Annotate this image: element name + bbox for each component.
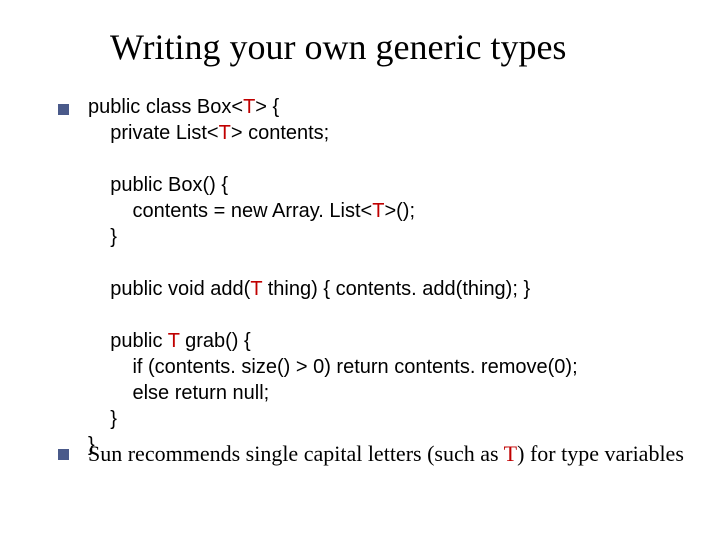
type-param: T bbox=[372, 200, 384, 222]
code-block: public class Box<T> { private List<T> co… bbox=[88, 94, 690, 458]
type-param: T bbox=[504, 441, 517, 466]
title-text-1: Writing bbox=[110, 27, 230, 67]
code-text: > { bbox=[255, 96, 279, 118]
spacer bbox=[88, 302, 690, 328]
code-line: if (contents. size() > 0) return content… bbox=[88, 354, 690, 380]
code-line: public T grab() { bbox=[88, 328, 690, 354]
type-param: T bbox=[219, 122, 231, 144]
code-text: public void add( bbox=[88, 278, 250, 300]
code-line: else return null; bbox=[88, 380, 690, 406]
title-text-2: ur own generic types bbox=[266, 27, 567, 67]
type-param: T bbox=[168, 330, 180, 352]
slide-title: Writing your own generic types bbox=[110, 26, 566, 68]
bullet-icon bbox=[58, 104, 69, 115]
code-text: contents = new Array. List< bbox=[88, 200, 372, 222]
code-line: private List<T> contents; bbox=[88, 120, 690, 146]
code-text: public class Box< bbox=[88, 96, 243, 118]
code-text: private List< bbox=[88, 122, 219, 144]
code-text: public bbox=[88, 330, 168, 352]
code-text: >(); bbox=[384, 200, 415, 222]
code-line: contents = new Array. List<T>(); bbox=[88, 198, 690, 224]
code-line: public void add(T thing) { contents. add… bbox=[88, 276, 690, 302]
spacer bbox=[88, 146, 690, 172]
code-text: thing) { contents. add(thing); } bbox=[262, 278, 530, 300]
footer-note: Sun recommends single capital letters (s… bbox=[88, 440, 690, 468]
spacer bbox=[88, 250, 690, 276]
title-highlighted: yo bbox=[230, 26, 266, 68]
code-line: public Box() { bbox=[88, 172, 690, 198]
code-line: } bbox=[88, 406, 690, 432]
bullet-icon bbox=[58, 449, 69, 460]
slide: Writing your own generic types public cl… bbox=[0, 0, 720, 540]
footer-text: Sun recommends single capital letters (s… bbox=[88, 441, 504, 466]
code-line: } bbox=[88, 224, 690, 250]
type-param: T bbox=[250, 278, 262, 300]
code-text: grab() { bbox=[180, 330, 251, 352]
footer-text: ) for type variables bbox=[517, 441, 684, 466]
code-line: public class Box<T> { bbox=[88, 94, 690, 120]
code-text: > contents; bbox=[231, 122, 329, 144]
type-param: T bbox=[243, 96, 255, 118]
